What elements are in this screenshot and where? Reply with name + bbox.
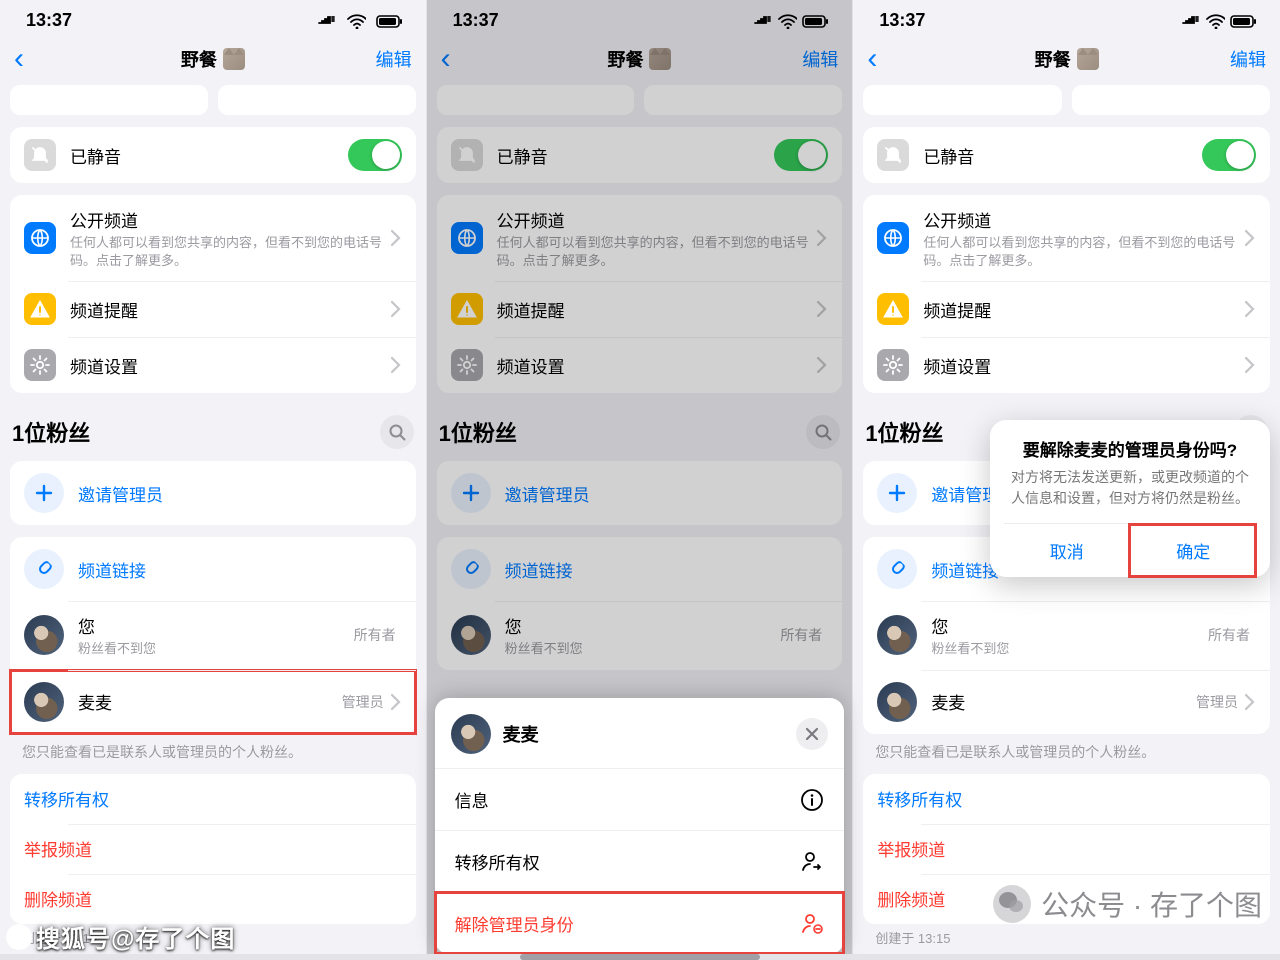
transfer-label: 转移所有权 bbox=[24, 786, 109, 811]
avatar-admin bbox=[24, 682, 64, 722]
status-time: 13:37 bbox=[453, 10, 499, 31]
public-subtitle: 任何人都可以看到您共享的内容，但看不到您的电话号码。点击了解更多。 bbox=[70, 234, 390, 269]
link-icon bbox=[16, 541, 73, 598]
chevron-right-icon bbox=[390, 229, 402, 247]
battery-icon bbox=[376, 13, 404, 29]
sohu-icon bbox=[6, 924, 32, 950]
alert-icon bbox=[24, 293, 56, 325]
member-admin-row[interactable]: 麦麦 管理员 bbox=[10, 670, 416, 734]
sheet-info-label: 信息 bbox=[455, 787, 489, 812]
settings-row[interactable]: 频道设置 bbox=[10, 337, 416, 393]
public-title: 公开频道 bbox=[70, 207, 390, 232]
back-button[interactable]: ‹ bbox=[867, 44, 877, 74]
channel-avatar-icon bbox=[223, 48, 245, 70]
sheet-close-button[interactable] bbox=[796, 718, 828, 750]
signal-icon bbox=[318, 15, 336, 27]
delete-row[interactable]: 删除频道 bbox=[10, 874, 416, 924]
transfer-row[interactable]: 转移所有权 bbox=[10, 774, 416, 824]
mute-label: 已静音 bbox=[70, 143, 348, 168]
mute-switch[interactable] bbox=[348, 139, 402, 171]
you-name: 您 bbox=[78, 613, 354, 638]
invite-admin-row[interactable]: 邀请管理员 bbox=[10, 461, 416, 525]
sheet-revoke-label: 解除管理员身份 bbox=[455, 911, 574, 936]
sheet-info-row[interactable]: 信息 bbox=[435, 768, 845, 830]
back-button[interactable]: ‹ bbox=[441, 44, 451, 74]
watermark-right: 公众号 · 存了个图 bbox=[993, 884, 1262, 924]
settings-label: 频道设置 bbox=[70, 353, 390, 378]
status-bar: 13:37 bbox=[0, 0, 426, 37]
followers-header: 1位粉丝 bbox=[0, 415, 426, 449]
segment-1[interactable] bbox=[10, 85, 208, 115]
edit-button[interactable]: 编辑 bbox=[1230, 46, 1266, 72]
segment-2[interactable] bbox=[218, 85, 416, 115]
admin-role: 管理员 bbox=[342, 692, 384, 712]
phone-3: 13:37 ‹ 野餐 编辑 已静音 公开频道任何人都可以看到您共享的内容，但看不… bbox=[853, 0, 1280, 960]
phone-1: 13:37 ‹ 野餐 编辑 已静音 公开频道 任何人都可以看到您共享的内容，但看… bbox=[0, 0, 427, 960]
status-time: 13:37 bbox=[879, 10, 925, 31]
member-sheet: 麦麦 信息 转移所有权 解除管理员身份 bbox=[435, 698, 845, 954]
actions-card: 转移所有权 举报频道 删除频道 bbox=[10, 774, 416, 924]
edit-button[interactable]: 编辑 bbox=[376, 46, 412, 72]
report-label: 举报频道 bbox=[24, 836, 92, 861]
search-button[interactable] bbox=[380, 415, 414, 449]
you-role: 所有者 bbox=[354, 625, 396, 645]
back-button[interactable]: ‹ bbox=[14, 44, 24, 74]
wechat-icon bbox=[993, 885, 1031, 923]
popover-title: 要解除麦麦的管理员身份吗? bbox=[1004, 436, 1256, 461]
user-minus-icon bbox=[800, 912, 824, 936]
wifi-icon bbox=[346, 13, 366, 29]
report-row[interactable]: 举报频道 bbox=[10, 824, 416, 874]
sheet-revoke-row[interactable]: 解除管理员身份 bbox=[435, 892, 845, 954]
sheet-avatar bbox=[451, 714, 491, 754]
confirm-popover: 要解除麦麦的管理员身份吗? 对方将无法发送更新，或更改频道的个人信息和设置，但对… bbox=[990, 420, 1270, 577]
you-note: 粉丝看不到您 bbox=[78, 640, 354, 658]
chevron-right-icon bbox=[390, 693, 402, 711]
popover-ok-button[interactable]: 确定 bbox=[1129, 524, 1256, 577]
user-arrow-icon bbox=[800, 850, 824, 874]
channel-link-row[interactable]: 频道链接 bbox=[10, 537, 416, 601]
nav-title: 野餐 bbox=[0, 46, 426, 72]
phone-2: 13:37 ‹ 野餐 编辑 已静音 公开频道任何人都可以看到您共享的内容，但看不… bbox=[427, 0, 854, 960]
status-icons bbox=[313, 10, 404, 31]
plus-icon bbox=[24, 473, 64, 513]
invite-card: 邀请管理员 bbox=[10, 461, 416, 525]
chevron-right-icon bbox=[390, 356, 402, 374]
segment-row bbox=[0, 85, 426, 115]
watermark-left: 搜狐号@存了个图 bbox=[6, 919, 235, 954]
reminder-row[interactable]: 频道提醒 bbox=[10, 281, 416, 337]
channel-card: 公开频道 任何人都可以看到您共享的内容，但看不到您的电话号码。点击了解更多。 频… bbox=[10, 195, 416, 393]
nav-bar: ‹ 野餐 编辑 bbox=[0, 37, 426, 81]
reminder-label: 频道提醒 bbox=[70, 297, 390, 322]
member-you-row[interactable]: 您 粉丝看不到您 所有者 bbox=[10, 601, 416, 670]
followers-note: 您只能查看已是联系人或管理员的个人粉丝。 bbox=[0, 734, 426, 762]
channel-link-label: 频道链接 bbox=[78, 557, 146, 582]
avatar-you bbox=[24, 615, 64, 655]
mute-row[interactable]: 已静音 bbox=[10, 127, 416, 183]
globe-icon bbox=[24, 222, 56, 254]
popover-cancel-button[interactable]: 取消 bbox=[1004, 524, 1130, 577]
invite-label: 邀请管理员 bbox=[78, 481, 163, 506]
popover-body: 对方将无法发送更新，或更改频道的个人信息和设置，但对方将仍然是粉丝。 bbox=[1004, 467, 1256, 523]
chevron-right-icon bbox=[390, 300, 402, 318]
gear-icon bbox=[24, 349, 56, 381]
sheet-transfer-label: 转移所有权 bbox=[455, 849, 540, 874]
mute-card: 已静音 bbox=[10, 127, 416, 183]
members-card: 频道链接 您 粉丝看不到您 所有者 麦麦 管理员 bbox=[10, 537, 416, 734]
bell-off-icon bbox=[24, 139, 56, 171]
edit-button[interactable]: 编辑 bbox=[802, 46, 838, 72]
public-channel-row[interactable]: 公开频道 任何人都可以看到您共享的内容，但看不到您的电话号码。点击了解更多。 bbox=[10, 195, 416, 281]
scroll-indicator bbox=[0, 954, 1280, 960]
status-time: 13:37 bbox=[26, 10, 72, 31]
delete-label: 删除频道 bbox=[24, 886, 92, 911]
sheet-title: 麦麦 bbox=[503, 721, 797, 747]
followers-title: 1位粉丝 bbox=[12, 416, 90, 448]
sheet-transfer-row[interactable]: 转移所有权 bbox=[435, 830, 845, 892]
info-icon bbox=[800, 788, 824, 812]
admin-name: 麦麦 bbox=[78, 689, 342, 714]
